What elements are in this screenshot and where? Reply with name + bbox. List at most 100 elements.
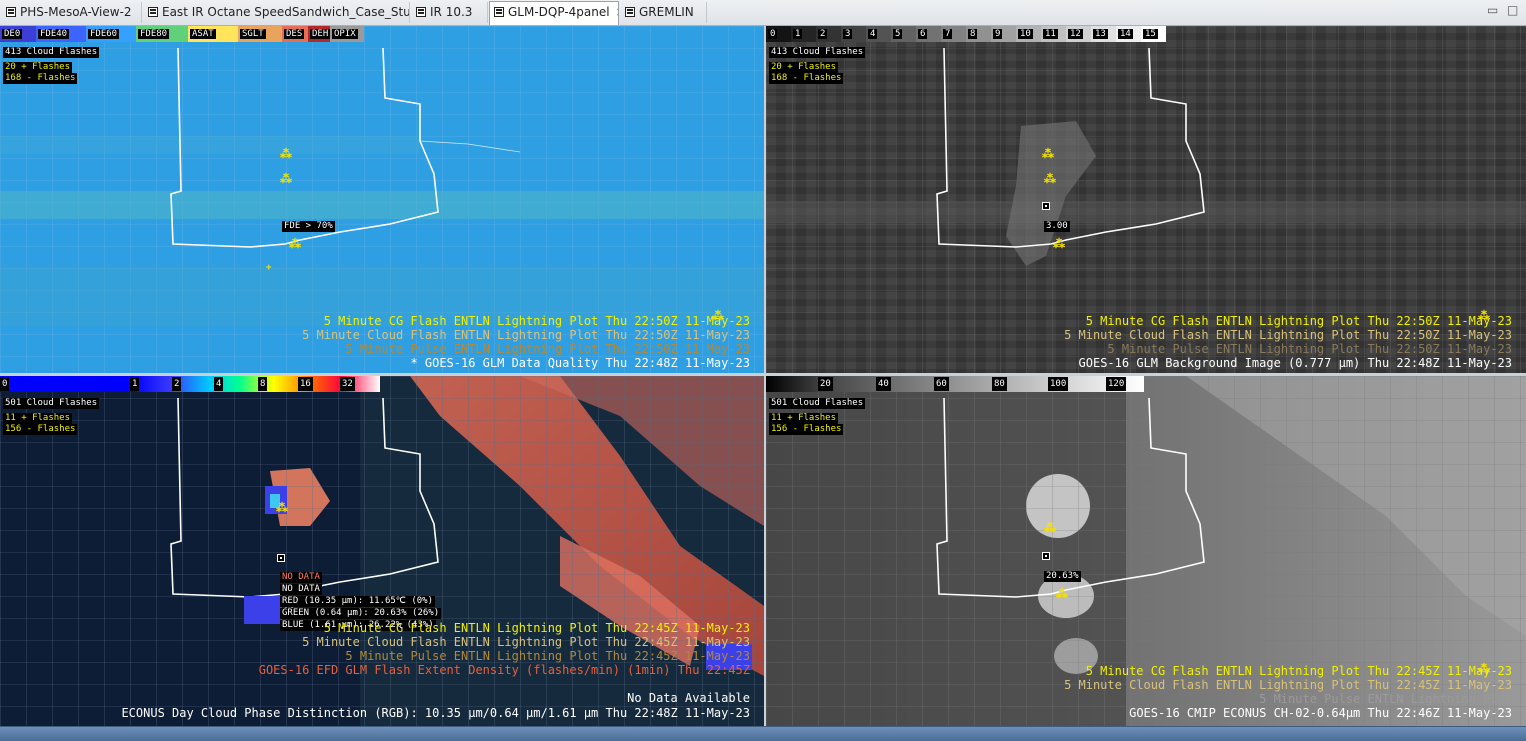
- annotation-product: * GOES-16 GLM Data Quality Thu 22:48Z 11…: [410, 356, 750, 370]
- lightning-flash-icon: ⁂: [1053, 237, 1065, 251]
- background-tick-2: 2: [816, 26, 841, 42]
- tab-ir-10-3[interactable]: IR 10.3: [412, 2, 488, 23]
- annotation-pulse: 5 Minute Pulse ENTLN Lightning Plot Thu …: [345, 649, 750, 663]
- fed-tick-16: 16: [298, 377, 313, 391]
- colorbar-label: OPIX: [332, 29, 358, 39]
- background-tick-8: 8: [966, 26, 991, 42]
- fde-category-opix: OPIX: [330, 26, 364, 42]
- annotation-cg-flash: 5 Minute CG Flash ENTLN Lightning Plot T…: [1085, 664, 1512, 678]
- fed-tick-8: 8: [258, 377, 268, 391]
- annotation-rgb-product: ECONUS Day Cloud Phase Distinction (RGB)…: [121, 706, 750, 720]
- cg-plus-flashes-legend: 11 + Flashes: [3, 413, 73, 424]
- background-tick-7: 7: [941, 26, 966, 42]
- colorbar-label: 15: [1143, 29, 1158, 39]
- background-tick-14: 14: [1116, 26, 1141, 42]
- minimize-icon[interactable]: ▭: [1487, 3, 1498, 17]
- panel-glm-data-quality[interactable]: DE0 FDE40 FDE60 FDE80 ASAT SGLT DES DEH OPIX 413…: [0, 26, 764, 373]
- lightning-flash-icon: ⁂: [1056, 587, 1068, 601]
- tab-label: IR 10.3: [430, 5, 473, 19]
- sample-readout: FDE > 70%: [282, 221, 335, 232]
- fde-category-sglt: SGLT: [238, 26, 282, 42]
- fed-tick-2: 2: [172, 377, 182, 391]
- colorbar-label: 13: [1093, 29, 1108, 39]
- colorbar-label: 3: [843, 29, 853, 39]
- cg-minus-flashes-legend: 168 - Flashes: [769, 73, 844, 84]
- lightning-flash-icon: ⁂: [280, 172, 292, 186]
- fde-category-fde40: FDE40: [36, 26, 86, 42]
- readout-no-data-1: NO DATA: [280, 572, 322, 583]
- cg-minus-flashes-legend: 156 - Flashes: [3, 424, 78, 435]
- fde-category-asat: ASAT: [188, 26, 238, 42]
- colorbar-label: 14: [1118, 29, 1133, 39]
- colorbar-label: FDE40: [38, 29, 70, 39]
- cmip-tick-100: 100: [1048, 377, 1069, 391]
- cg-minus-flashes-legend: 156 - Flashes: [769, 424, 844, 435]
- fed-tick-4: 4: [214, 377, 224, 391]
- lightning-flash-icon: ⁂: [276, 501, 288, 515]
- tab-label: GLM-DQP-4panel: [508, 5, 610, 19]
- sample-marker-icon[interactable]: [1042, 202, 1050, 210]
- lightning-flash-icon: ⁂: [1044, 172, 1056, 186]
- fde-category-de0: DE0: [0, 26, 36, 42]
- background-tick-1: 1: [791, 26, 816, 42]
- annotation-pulse: 5 Minute Pulse ENTLN Lightning Plot: [1259, 692, 1512, 706]
- editor-tab-bar: PHS-MesoA-View-2 East IR Octane SpeedSan…: [0, 0, 1526, 26]
- colorbar-label: 6: [918, 29, 928, 39]
- fed-colorbar: 0 1 2 4 8 16 32: [0, 376, 380, 392]
- colorbar-label: 2: [818, 29, 828, 39]
- status-bar: [0, 726, 1526, 741]
- panel-divider-horizontal[interactable]: [0, 373, 1526, 376]
- tab-label: PHS-MesoA-View-2: [20, 5, 132, 19]
- fde-category-deh: DEH: [308, 26, 330, 42]
- annotation-pulse: 5 Minute Pulse ENTLN Lightning Plot Thu …: [1107, 342, 1512, 356]
- display-editor-icon: [6, 7, 16, 17]
- sample-marker-icon[interactable]: [1042, 552, 1050, 560]
- background-tick-9: 9: [991, 26, 1016, 42]
- sample-readout: 3.00: [1044, 221, 1070, 232]
- colorbar-label: FDE60: [88, 29, 120, 39]
- panel-day-cloud-phase-fed[interactable]: 0 1 2 4 8 16 32 501 Cloud Flashes 11 + Flashes…: [0, 376, 764, 726]
- colorbar-label: DES: [284, 29, 305, 39]
- cmip-tick-80: 80: [992, 377, 1007, 391]
- colorbar-label: 11: [1043, 29, 1058, 39]
- annotation-no-data: No Data Available: [627, 691, 750, 705]
- annotation-cloud-flash: 5 Minute Cloud Flash ENTLN Lightning Plo…: [302, 328, 750, 342]
- lightning-flash-icon: ⁂: [280, 147, 292, 161]
- cg-plus-flashes-legend: 11 + Flashes: [769, 413, 839, 424]
- panel-glm-background-image[interactable]: 0 1 2 3 4 5 6 7 8 9 10 11 12 13 14 15 413 Cloud Flashes…: [766, 26, 1526, 373]
- display-editor-icon: [494, 7, 504, 17]
- background-tick-6: 6: [916, 26, 941, 42]
- colorbar-label: 12: [1068, 29, 1083, 39]
- lightning-flash-icon: ⁂: [1042, 147, 1054, 161]
- lightning-flash-icon: +: [266, 263, 272, 273]
- maximize-icon[interactable]: □: [1507, 3, 1518, 17]
- fde-category-fde60: FDE60: [86, 26, 136, 42]
- cmip-tick-60: 60: [934, 377, 949, 391]
- cmip-colorbar: 20 40 60 80 100 120: [766, 376, 1144, 392]
- annotation-cloud-flash: 5 Minute Cloud Flash ENTLN Lightning Plo…: [1064, 678, 1512, 692]
- colorbar-label: DE0: [2, 29, 23, 39]
- colorbar-label: 9: [993, 29, 1003, 39]
- tab-glm-dqp-4panel[interactable]: GLM-DQP-4panel ×: [489, 1, 619, 25]
- tab-gremlin[interactable]: GREMLIN: [621, 2, 707, 23]
- background-tick-15: 15: [1141, 26, 1166, 42]
- background-tick-12: 12: [1066, 26, 1091, 42]
- tab-phs-mesoa-view-2[interactable]: PHS-MesoA-View-2: [2, 2, 142, 23]
- annotation-pulse: 5 Minute Pulse ENTLN Lightning Plot Thu …: [345, 342, 750, 356]
- panel-divider-vertical[interactable]: [764, 26, 766, 726]
- fde-colorbar: DE0 FDE40 FDE60 FDE80 ASAT SGLT DES DEH OPIX: [0, 26, 364, 42]
- readout-no-data-2: NO DATA: [280, 584, 322, 595]
- close-tab-icon[interactable]: ×: [616, 2, 618, 23]
- annotation-cg-flash: 5 Minute CG Flash ENTLN Lightning Plot T…: [1085, 314, 1512, 328]
- fed-tick-0: 0: [0, 377, 10, 391]
- tab-east-ir-octane[interactable]: East IR Octane SpeedSandwich_Case_Study: [144, 2, 410, 23]
- colorbar-label: 8: [968, 29, 978, 39]
- colorbar-label: SGLT: [240, 29, 266, 39]
- colorbar-label: 7: [943, 29, 953, 39]
- panel-cmip-ch02[interactable]: 20 40 60 80 100 120 501 Cloud Flashes 11 + Fl…: [766, 376, 1526, 726]
- background-tick-11: 11: [1041, 26, 1066, 42]
- sample-marker-icon[interactable]: [277, 554, 285, 562]
- annotation-cg-flash: 5 Minute CG Flash ENTLN Lightning Plot T…: [323, 621, 750, 635]
- cloud-flashes-legend: 501 Cloud Flashes: [3, 398, 100, 409]
- readout-green-channel: GREEN (0.64 µm): 20.63% (26%): [280, 608, 442, 619]
